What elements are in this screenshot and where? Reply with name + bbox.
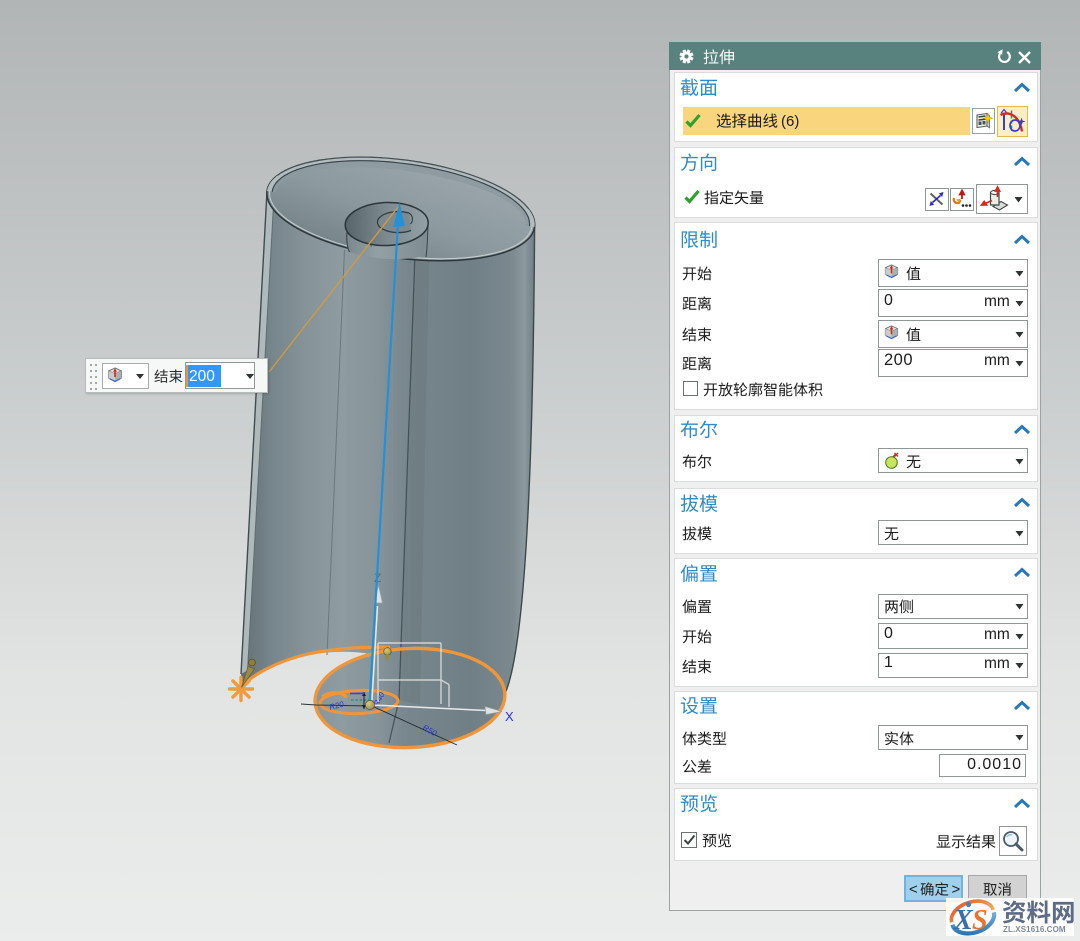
svg-text:X: X <box>953 905 974 936</box>
svg-text:S: S <box>972 905 988 936</box>
svg-text:X: X <box>505 709 514 724</box>
